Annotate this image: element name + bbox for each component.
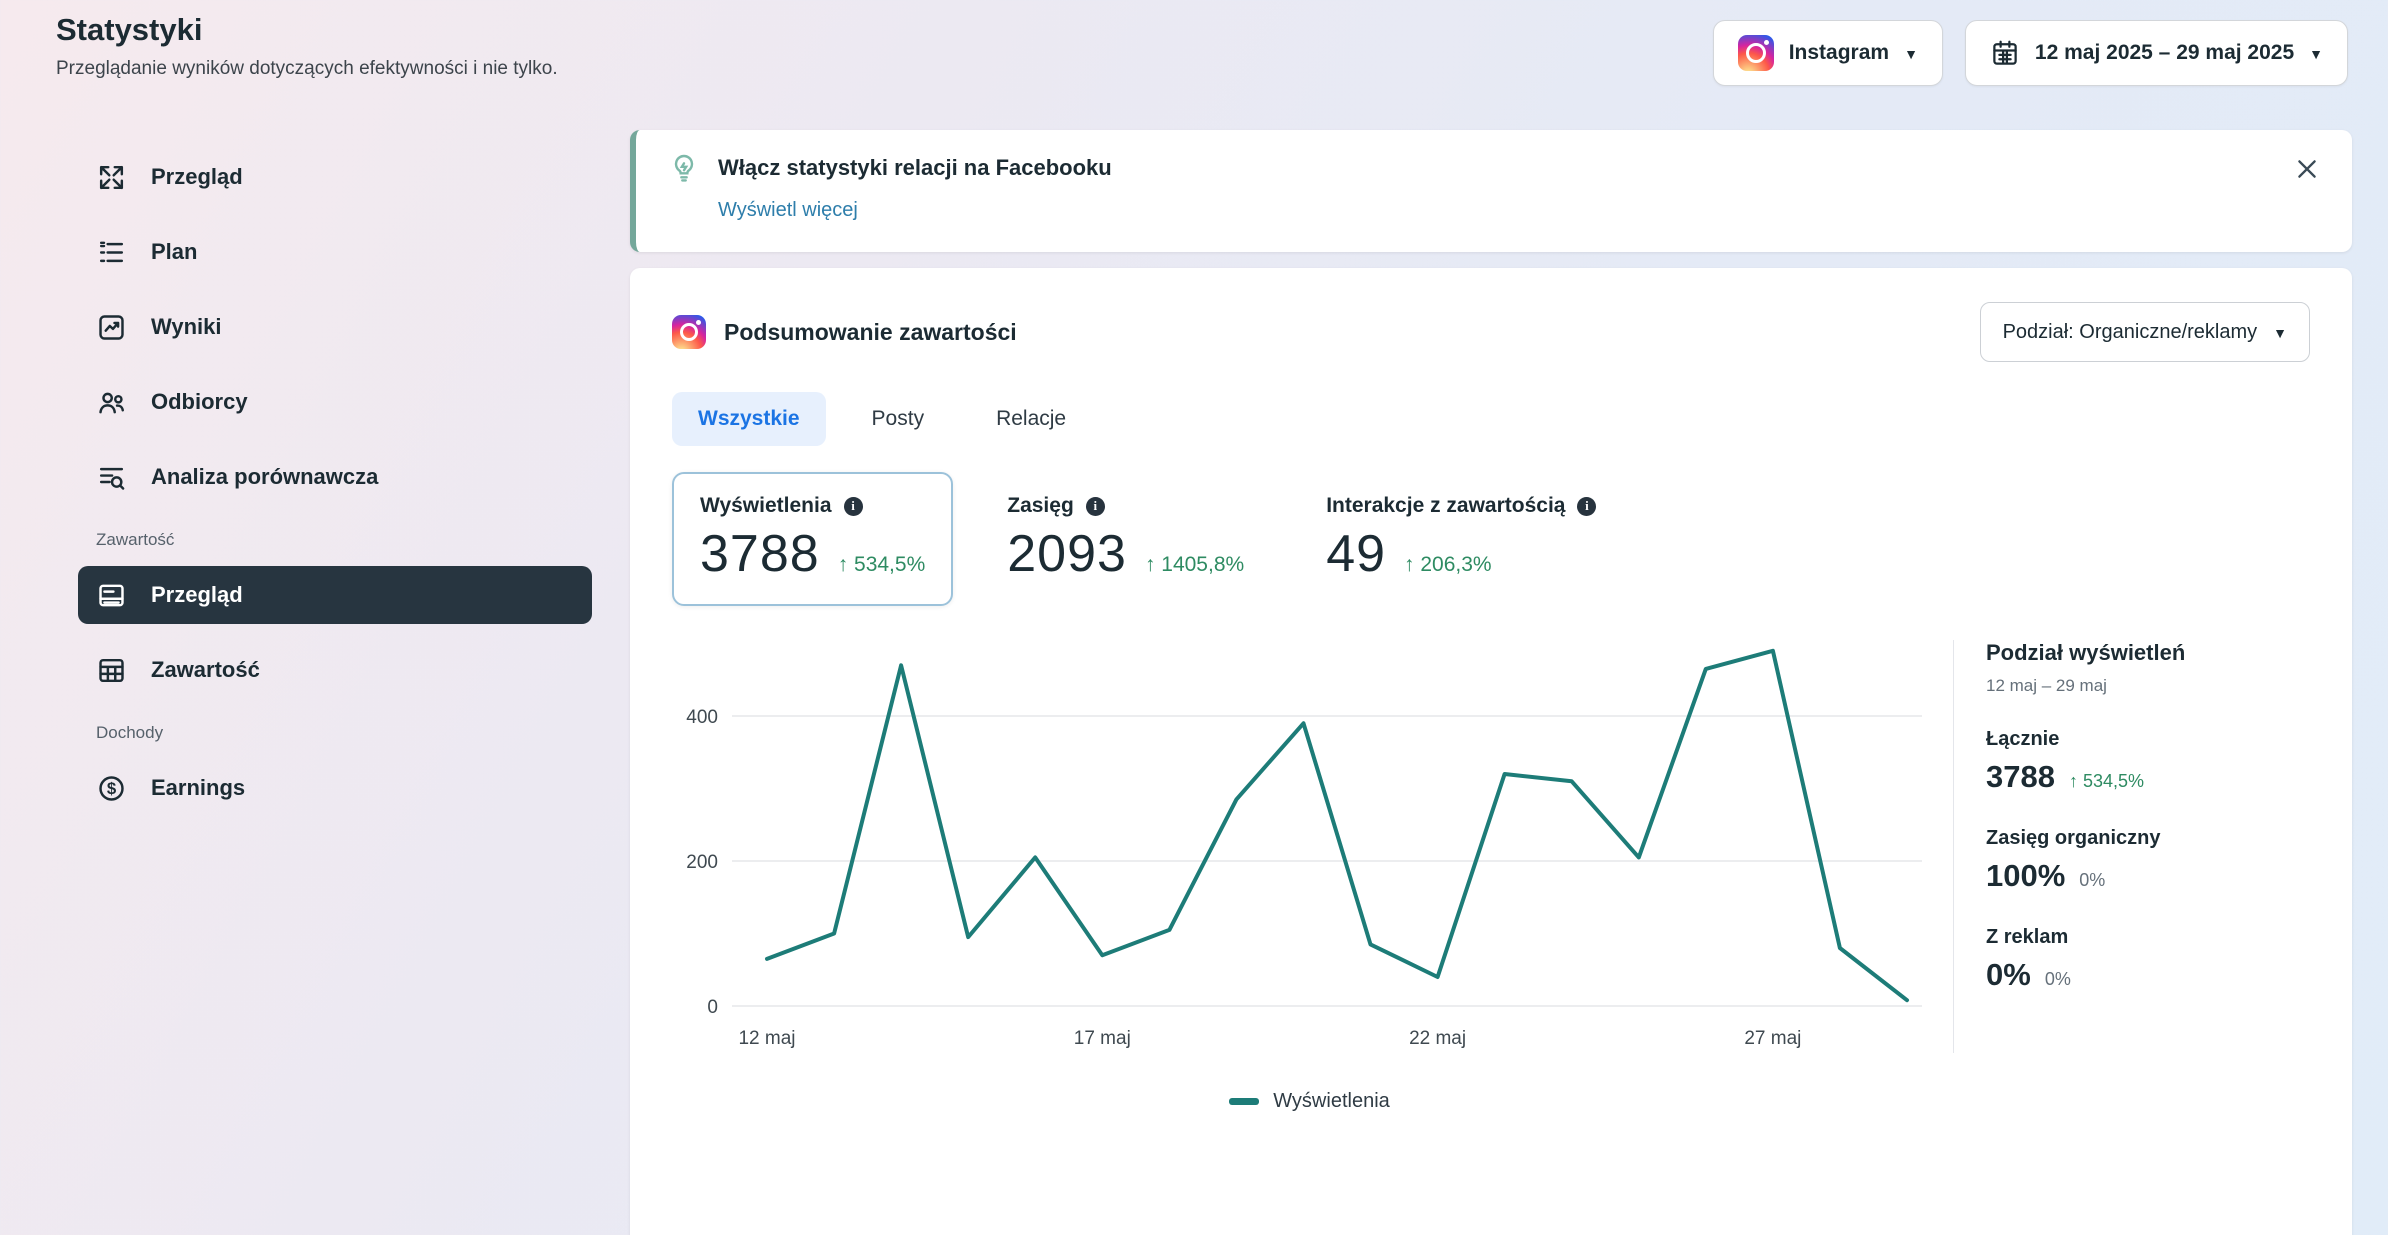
dollar-circle-icon: $ bbox=[96, 773, 127, 804]
metric-cards: Wyświetlenia 3788 ↑ 534,5% Zasięg 2093 ↑… bbox=[672, 472, 2310, 606]
sidebar-item-label: Analiza porównawcza bbox=[151, 464, 378, 490]
sidebar-item-label: Zawartość bbox=[151, 657, 260, 683]
sidebar-item-label: Plan bbox=[151, 239, 197, 265]
toolbar: Instagram 12 maj 2025 – 29 maj 2025 bbox=[1713, 20, 2348, 86]
overview-icon bbox=[96, 162, 127, 193]
content-card-icon bbox=[96, 580, 127, 611]
page-title: Statystyki bbox=[56, 12, 202, 48]
sidebar-item-label: Przegląd bbox=[151, 164, 243, 190]
banner-title: Włącz statystyki relacji na Facebooku bbox=[718, 155, 1112, 181]
chevron-down-icon bbox=[1904, 41, 1918, 65]
instagram-icon bbox=[1738, 35, 1774, 71]
legend-line-swatch bbox=[1229, 1098, 1259, 1105]
breakdown-dropdown[interactable]: Podział: Organiczne/reklamy bbox=[1980, 302, 2310, 362]
close-icon[interactable] bbox=[2294, 156, 2320, 182]
sidebar: Przegląd Plan Wyniki Odbiorcy Analiza po… bbox=[78, 148, 592, 834]
chevron-down-icon bbox=[2309, 41, 2323, 65]
list-search-icon bbox=[96, 462, 127, 493]
table-grid-icon bbox=[96, 655, 127, 686]
sidebar-item-earnings[interactable]: $ Earnings bbox=[78, 759, 592, 817]
chevron-down-icon bbox=[2273, 321, 2287, 344]
banner-see-more-link[interactable]: Wyświetl więcej bbox=[718, 199, 858, 222]
platform-selector-button[interactable]: Instagram bbox=[1713, 20, 1943, 86]
sidebar-item-content-overview[interactable]: Przegląd bbox=[78, 566, 592, 624]
svg-text:400: 400 bbox=[686, 707, 718, 728]
breakdown-row-change: 0% bbox=[2079, 870, 2105, 891]
info-icon[interactable] bbox=[1577, 497, 1596, 516]
breakdown-row-change: ↑ 534,5% bbox=[2069, 771, 2144, 792]
stories-insights-banner: Włącz statystyki relacji na Facebooku Wy… bbox=[630, 130, 2352, 252]
views-breakdown-panel: Podział wyświetleń 12 maj – 29 maj Łączn… bbox=[1954, 636, 2310, 1113]
page-subtitle: Przeglądanie wyników dotyczących efektyw… bbox=[56, 58, 558, 80]
sidebar-item-benchmarking[interactable]: Analiza porównawcza bbox=[78, 448, 592, 506]
sidebar-item-label: Odbiorcy bbox=[151, 389, 248, 415]
metric-value: 49 bbox=[1326, 524, 1386, 584]
info-icon[interactable] bbox=[844, 497, 863, 516]
svg-text:22 maj: 22 maj bbox=[1409, 1028, 1466, 1049]
sidebar-item-overview[interactable]: Przegląd bbox=[78, 148, 592, 206]
metric-change: ↑ 1405,8% bbox=[1145, 553, 1244, 577]
legend-label: Wyświetlenia bbox=[1273, 1090, 1390, 1113]
lightbulb-icon bbox=[668, 152, 700, 184]
sidebar-item-content[interactable]: Zawartość bbox=[78, 641, 592, 699]
metric-change: ↑ 206,3% bbox=[1404, 553, 1492, 577]
svg-text:12 maj: 12 maj bbox=[738, 1028, 795, 1049]
metric-value: 3788 bbox=[700, 524, 820, 584]
date-range-label: 12 maj 2025 – 29 maj 2025 bbox=[2035, 41, 2294, 65]
platform-selector-label: Instagram bbox=[1789, 41, 1889, 65]
list-icon bbox=[96, 237, 127, 268]
metric-label: Wyświetlenia bbox=[700, 494, 832, 518]
breakdown-row-value: 3788 bbox=[1986, 759, 2055, 795]
calendar-icon bbox=[1990, 38, 2020, 68]
metric-change: ↑ 534,5% bbox=[838, 553, 926, 577]
breakdown-row-label: Zasięg organiczny bbox=[1986, 827, 2310, 850]
content-summary-card: Podsumowanie zawartości Podział: Organic… bbox=[630, 268, 2352, 1235]
breakdown-dropdown-label: Podział: Organiczne/reklamy bbox=[2003, 321, 2258, 344]
sidebar-section-income: Dochody bbox=[96, 723, 592, 743]
breakdown-title: Podział wyświetleń bbox=[1986, 640, 2310, 666]
metric-card-interactions[interactable]: Interakcje z zawartością 49 ↑ 206,3% bbox=[1298, 472, 1624, 606]
sidebar-item-label: Earnings bbox=[151, 775, 245, 801]
instagram-icon bbox=[672, 315, 706, 349]
svg-text:200: 200 bbox=[686, 852, 718, 873]
sidebar-section-content: Zawartość bbox=[96, 530, 592, 550]
metric-card-views[interactable]: Wyświetlenia 3788 ↑ 534,5% bbox=[672, 472, 953, 606]
content-type-tabs: Wszystkie Posty Relacje bbox=[672, 392, 2310, 446]
metric-label: Interakcje z zawartością bbox=[1326, 494, 1565, 518]
chart-legend: Wyświetlenia bbox=[672, 1090, 1947, 1113]
svg-text:27 maj: 27 maj bbox=[1744, 1028, 1801, 1049]
sidebar-item-label: Wyniki bbox=[151, 314, 222, 340]
views-line-chart: 0 200 400 12 maj 17 maj 22 maj 27 maj Wyświetl… bbox=[672, 636, 1947, 1113]
metric-label: Zasięg bbox=[1007, 494, 1074, 518]
breakdown-row-value: 0% bbox=[1986, 957, 2031, 993]
tab-posts[interactable]: Posty bbox=[846, 392, 951, 446]
tab-all[interactable]: Wszystkie bbox=[672, 392, 826, 446]
line-chart-svg: 0 200 400 12 maj 17 maj 22 maj 27 maj bbox=[672, 636, 1942, 1066]
sidebar-item-results[interactable]: Wyniki bbox=[78, 298, 592, 356]
info-icon[interactable] bbox=[1086, 497, 1105, 516]
metric-card-reach[interactable]: Zasięg 2093 ↑ 1405,8% bbox=[979, 472, 1272, 606]
performance-chart-icon bbox=[96, 312, 127, 343]
breakdown-row-label: Łącznie bbox=[1986, 728, 2310, 751]
svg-text:0: 0 bbox=[707, 997, 718, 1018]
date-range-button[interactable]: 12 maj 2025 – 29 maj 2025 bbox=[1965, 20, 2348, 86]
svg-text:$: $ bbox=[107, 779, 117, 798]
content-summary-title: Podsumowanie zawartości bbox=[724, 319, 1017, 346]
breakdown-row-change: 0% bbox=[2045, 969, 2071, 990]
svg-text:17 maj: 17 maj bbox=[1074, 1028, 1131, 1049]
metric-value: 2093 bbox=[1007, 524, 1127, 584]
sidebar-item-label: Przegląd bbox=[151, 582, 243, 608]
sidebar-item-plan[interactable]: Plan bbox=[78, 223, 592, 281]
breakdown-row-value: 100% bbox=[1986, 858, 2065, 894]
breakdown-date-range: 12 maj – 29 maj bbox=[1986, 676, 2310, 696]
people-icon bbox=[96, 387, 127, 418]
tab-stories[interactable]: Relacje bbox=[970, 392, 1092, 446]
sidebar-item-audience[interactable]: Odbiorcy bbox=[78, 373, 592, 431]
breakdown-row-label: Z reklam bbox=[1986, 926, 2310, 949]
